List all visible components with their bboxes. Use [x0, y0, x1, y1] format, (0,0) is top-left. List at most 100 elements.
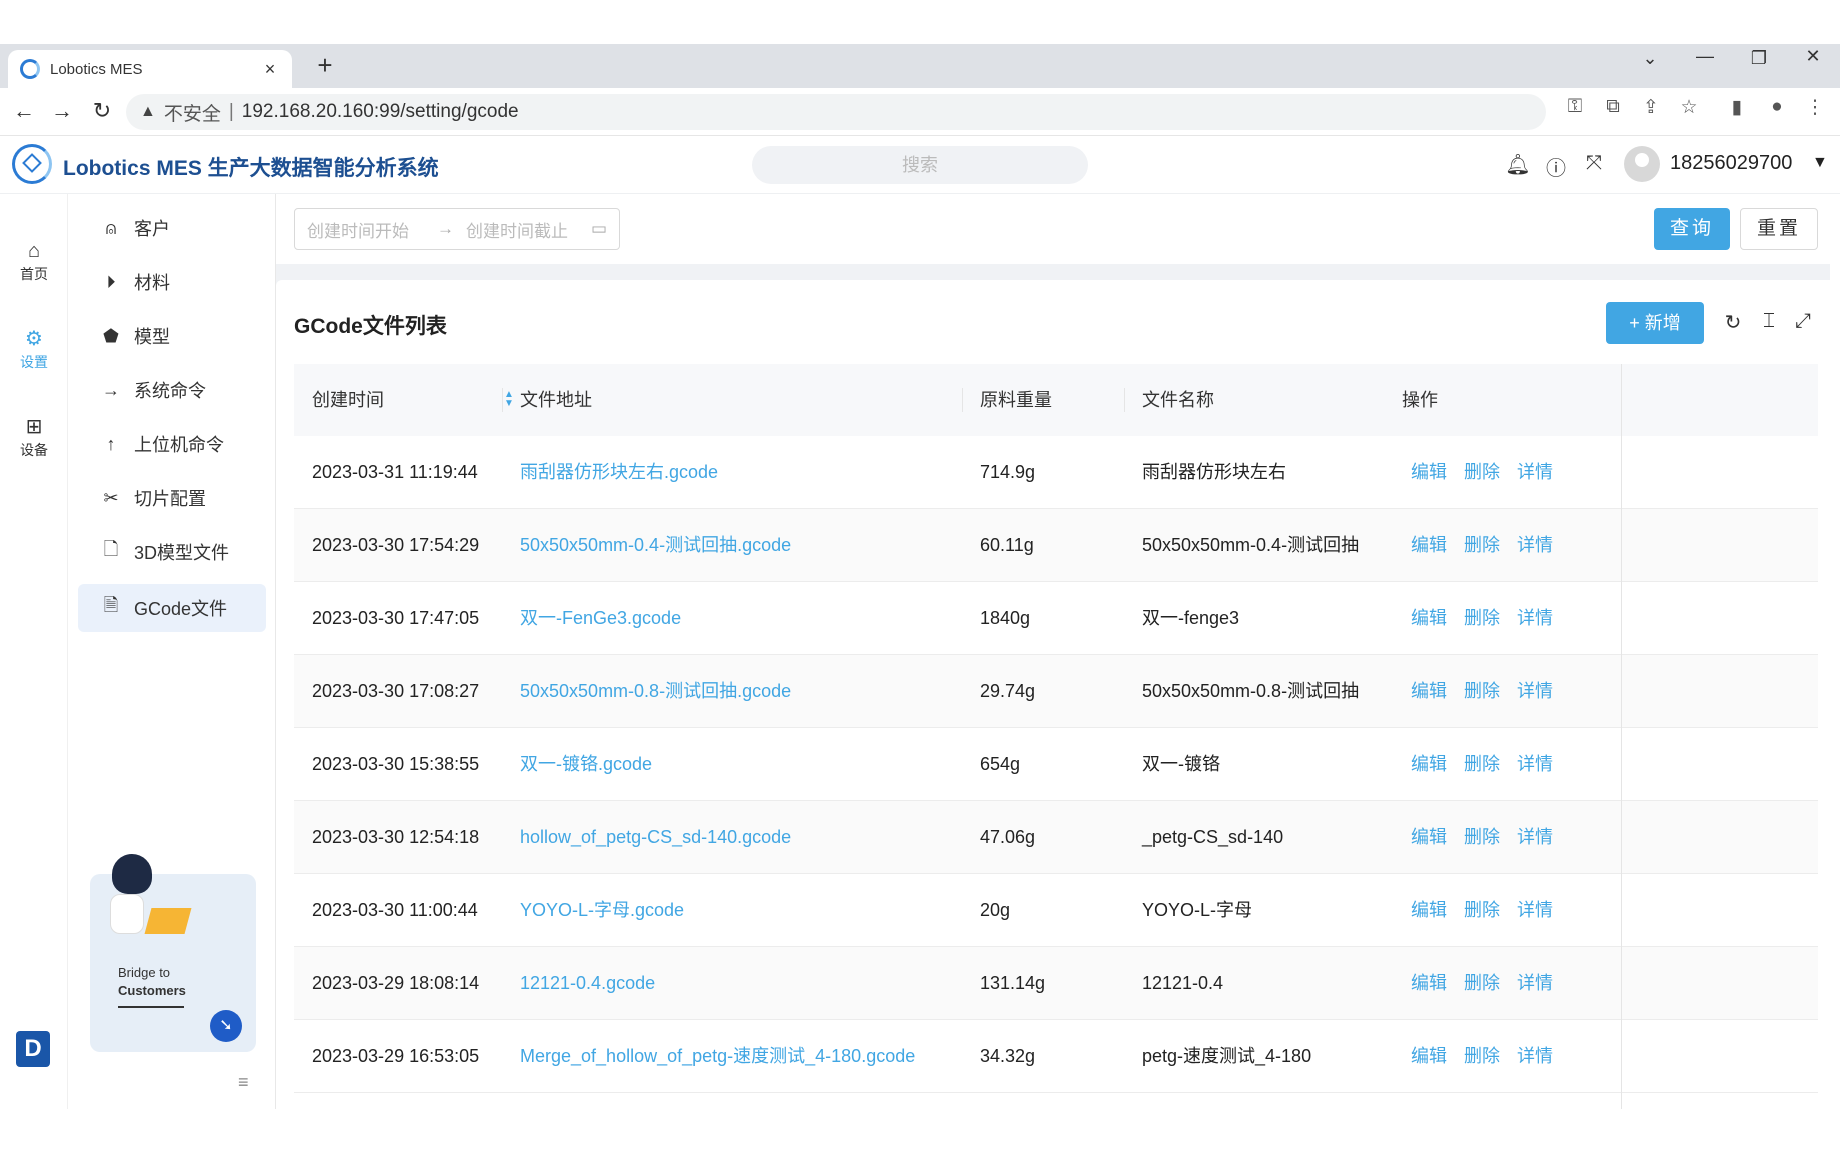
- settings-submenu: ⍝ 客户 ⏵ 材料 ⬟ 模型 → 系统命令 ↑ 上位机命令 ✂ 切片配置 🗋 3…: [68, 194, 276, 1109]
- column-height-icon[interactable]: ⌶: [1756, 310, 1782, 333]
- chevron-down-icon[interactable]: ▼: [1812, 154, 1828, 172]
- file-icon: 🗋: [103, 539, 119, 559]
- cell-file-path-link[interactable]: Merge_of_hollow_of_petg-速度测试_4-180.gcode: [502, 1020, 962, 1093]
- tab-close-icon[interactable]: ×: [260, 59, 280, 80]
- detail-link[interactable]: 详情: [1517, 436, 1553, 509]
- cell-material-weight: 34.32g: [980, 1046, 1036, 1066]
- close-window-icon[interactable]: ✕: [1798, 46, 1828, 67]
- promo-arrow-button[interactable]: ➘: [210, 1010, 242, 1042]
- restore-icon[interactable]: ❐: [1744, 48, 1774, 69]
- filter-bar: 创建时间开始 → 创建时间截止 ▭ 查询 重置: [276, 194, 1840, 264]
- detail-link[interactable]: 详情: [1517, 1020, 1553, 1093]
- delete-link[interactable]: 删除: [1464, 801, 1500, 874]
- omnibox[interactable]: ▲ 不安全 | 192.168.20.160:99/setting/gcode: [126, 94, 1546, 130]
- date-range-picker[interactable]: 创建时间开始 → 创建时间截止 ▭: [294, 208, 620, 250]
- detail-link[interactable]: 详情: [1517, 801, 1553, 874]
- cell-file-path-link[interactable]: YOYO-L-字母.gcode: [502, 874, 962, 947]
- avatar[interactable]: [1624, 146, 1660, 182]
- detail-link[interactable]: 详情: [1517, 582, 1553, 655]
- table-row: 2023-03-31 11:19:44 雨刮器仿形块左右.gcode 714.9g 雨…: [294, 436, 1818, 509]
- edit-link[interactable]: 编辑: [1411, 728, 1447, 801]
- detail-link[interactable]: 详情: [1517, 874, 1553, 947]
- help-icon[interactable]: ⓘ: [1543, 152, 1569, 181]
- address-bar-row: ← → ↻ ▲ 不安全 | 192.168.20.160:99/setting/…: [0, 88, 1840, 136]
- browser-tab[interactable]: Lobotics MES ×: [8, 50, 292, 88]
- edit-link[interactable]: 编辑: [1411, 509, 1447, 582]
- edit-link[interactable]: 编辑: [1411, 1020, 1447, 1093]
- bell-icon[interactable]: 🔔︎: [1505, 152, 1531, 177]
- cell-file-path-link[interactable]: 雨刮器仿形块左右.gcode: [502, 436, 962, 509]
- cell-created-time: 2023-03-30 12:54:18: [312, 827, 480, 847]
- minimize-icon[interactable]: —: [1690, 46, 1720, 67]
- delete-link[interactable]: 删除: [1464, 947, 1500, 1020]
- detail-link[interactable]: 详情: [1517, 728, 1553, 801]
- forward-icon[interactable]: →: [48, 98, 76, 124]
- browser-menu-icon[interactable]: ⋮: [1802, 96, 1828, 119]
- promo-line2: Customers: [118, 983, 186, 998]
- add-button[interactable]: + 新增: [1606, 302, 1704, 344]
- submenu-item-model[interactable]: ⬟ 模型: [78, 312, 266, 360]
- username[interactable]: 18256029700: [1670, 152, 1792, 175]
- page-scrollbar[interactable]: [1830, 194, 1840, 1109]
- detail-link[interactable]: 详情: [1517, 655, 1553, 728]
- edit-link[interactable]: 编辑: [1411, 436, 1447, 509]
- cell-created-time: 2023-03-30 15:38:55: [312, 754, 480, 774]
- submenu-item-3d-model-file[interactable]: 🗋 3D模型文件: [78, 528, 266, 576]
- d-app-icon[interactable]: D: [16, 1031, 50, 1067]
- back-icon[interactable]: ←: [10, 98, 38, 124]
- detail-link[interactable]: 详情: [1517, 509, 1553, 582]
- cell-file-path-link[interactable]: 50x50x50mm-0.8-测试回抽.gcode: [502, 655, 962, 728]
- cell-file-path-link[interactable]: 12121-0.4.gcode: [502, 947, 962, 1020]
- delete-link[interactable]: 删除: [1464, 1020, 1500, 1093]
- bookmark-star-icon[interactable]: ☆: [1676, 96, 1702, 119]
- edit-link[interactable]: 编辑: [1411, 582, 1447, 655]
- submenu-item-gcode-file[interactable]: 🗎 GCode文件: [78, 584, 266, 632]
- password-key-icon[interactable]: ⚿: [1562, 96, 1588, 118]
- submenu-item-host-command[interactable]: ↑ 上位机命令: [78, 420, 266, 468]
- translate-icon[interactable]: ⧉: [1600, 96, 1626, 118]
- submenu-item-customer[interactable]: ⍝ 客户: [78, 204, 266, 252]
- cell-file-path-link[interactable]: 双一-FenGe3.gcode: [502, 582, 962, 655]
- rail-item-home[interactable]: ⌂ 首页: [0, 240, 68, 284]
- fullscreen-icon[interactable]: ⤢: [1790, 310, 1816, 333]
- delete-link[interactable]: 删除: [1464, 655, 1500, 728]
- tab-title: Lobotics MES: [50, 60, 143, 78]
- edit-link[interactable]: 编辑: [1411, 874, 1447, 947]
- delete-link[interactable]: 删除: [1464, 436, 1500, 509]
- query-button[interactable]: 查询: [1654, 208, 1730, 250]
- fullscreen-icon[interactable]: ⤧: [1581, 152, 1607, 175]
- rail-item-settings[interactable]: ⚙ 设置: [0, 328, 68, 372]
- reload-icon[interactable]: ↻: [88, 98, 116, 124]
- detail-link[interactable]: 详情: [1517, 947, 1553, 1020]
- end-date-input[interactable]: 创建时间截止: [466, 217, 568, 242]
- delete-link[interactable]: 删除: [1464, 874, 1500, 947]
- column-header-created-time[interactable]: 创建时间: [294, 364, 502, 436]
- side-panel-icon[interactable]: ▮: [1724, 96, 1750, 119]
- edit-link[interactable]: 编辑: [1411, 655, 1447, 728]
- cell-file-path-link[interactable]: 50x50x50mm-0.4-测试回抽.gcode: [502, 509, 962, 582]
- submenu-item-material[interactable]: ⏵ 材料: [78, 258, 266, 306]
- reset-button[interactable]: 重置: [1740, 208, 1818, 250]
- cell-file-path-link[interactable]: hollow_of_petg-CS_sd-140.gcode: [502, 801, 962, 874]
- submenu-label: 材料: [134, 273, 170, 293]
- new-tab-button[interactable]: +: [310, 50, 340, 82]
- share-icon[interactable]: ⇪: [1638, 96, 1664, 119]
- refresh-icon[interactable]: ↻: [1720, 310, 1746, 335]
- edit-link[interactable]: 编辑: [1411, 801, 1447, 874]
- submenu-item-slice-config[interactable]: ✂ 切片配置: [78, 474, 266, 522]
- edit-link[interactable]: 编辑: [1411, 947, 1447, 1020]
- start-date-input[interactable]: 创建时间开始: [307, 217, 409, 242]
- submenu-item-system-command[interactable]: → 系统命令: [78, 366, 266, 414]
- browser-tabstrip: Lobotics MES × + ⌄ — ❐ ✕: [0, 44, 1840, 88]
- cell-material-weight: 47.06g: [980, 827, 1036, 847]
- menu-collapse-icon[interactable]: ≡: [238, 1072, 249, 1093]
- delete-link[interactable]: 删除: [1464, 509, 1500, 582]
- cell-file-path-link[interactable]: 双一-镀铬.gcode: [502, 728, 962, 801]
- tab-search-icon[interactable]: ⌄: [1635, 48, 1665, 69]
- search-input[interactable]: 搜索: [752, 146, 1088, 184]
- profile-icon[interactable]: ●: [1764, 96, 1790, 118]
- delete-link[interactable]: 删除: [1464, 728, 1500, 801]
- delete-link[interactable]: 删除: [1464, 582, 1500, 655]
- rail-item-devices[interactable]: ⊞ 设备: [0, 416, 68, 460]
- promo-card[interactable]: Bridge to Customers ➘: [90, 854, 256, 1052]
